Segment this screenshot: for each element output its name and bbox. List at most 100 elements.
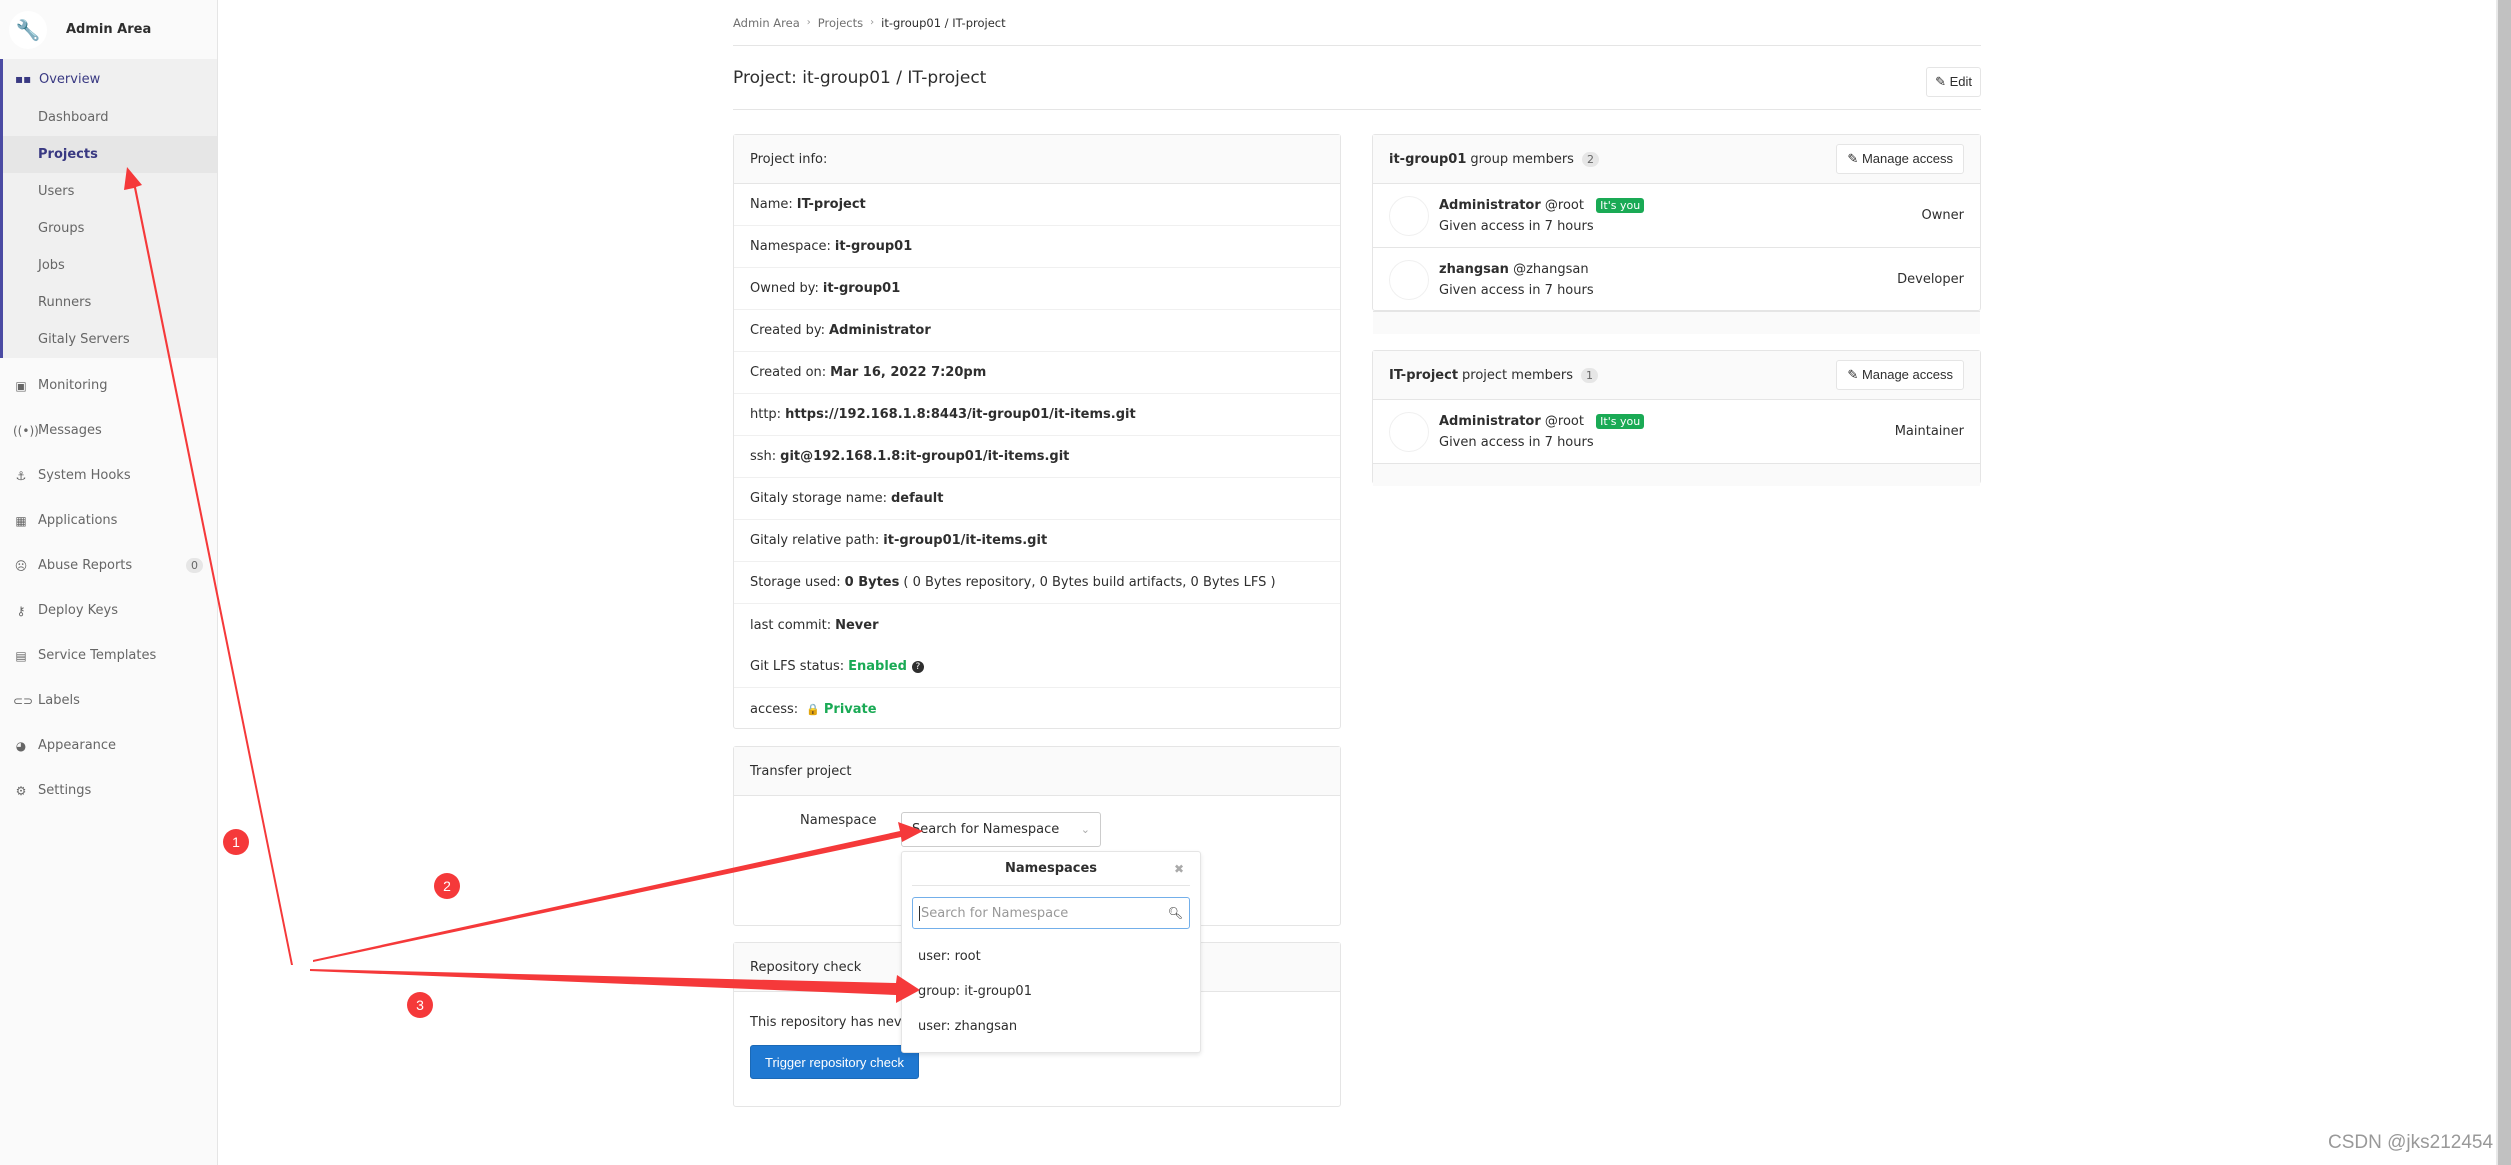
project-info-panel: Project info: Name: IT-project Namespace: i… <box>733 134 1341 729</box>
panel-footer <box>1373 464 1980 486</box>
info-label: Storage used: <box>750 575 841 590</box>
edit-button[interactable]: ✎ Edit <box>1926 66 1981 97</box>
avatar[interactable] <box>1389 411 1429 452</box>
namespace-label: Namespace <box>800 813 877 828</box>
dropdown-title: Namespaces ✖ <box>912 852 1190 886</box>
breadcrumb-current[interactable]: it-group01 / IT-project <box>881 16 1006 30</box>
avatar[interactable] <box>1389 259 1429 300</box>
annotation-marker-3-label: 3 <box>416 997 424 1013</box>
info-label: Created on: <box>750 365 827 380</box>
scrollbar-thumb[interactable] <box>2498 0 2511 1165</box>
sidebar-header[interactable]: 🔧 Admin Area <box>0 0 217 59</box>
info-row: http: https://192.168.1.8:8443/it-group01… <box>734 394 1340 436</box>
key-icon: ⚷ <box>16 603 26 618</box>
group-members-count: 2 <box>1581 151 1599 167</box>
namespace-select[interactable]: Search for Namespace ⌄ <box>901 812 1101 847</box>
annotation-marker-1 <box>223 829 249 855</box>
manage-access-button[interactable]: ✎ Manage access <box>1836 360 1964 390</box>
sidebar-item-deploy-keys[interactable]: ⚷ Deploy Keys <box>0 588 217 633</box>
info-row: Created on: Mar 16, 2022 7:20pm <box>734 352 1340 394</box>
info-value: 0 Bytes <box>844 575 900 590</box>
sidebar-item-runners[interactable]: Runners <box>3 284 217 321</box>
info-value: default <box>890 491 944 506</box>
trigger-repository-check-button[interactable]: Trigger repository check <box>750 1045 919 1079</box>
project-info-rows: Name: IT-project Namespace: it-group01 Owned… <box>734 184 1340 646</box>
member-info: Administrator @root It's you Given acces… <box>1439 195 1645 237</box>
member-username: @zhangsan <box>1513 261 1589 277</box>
breadcrumb-admin-area[interactable]: Admin Area <box>733 16 800 30</box>
sidebar-item-messages[interactable]: ((•)) Messages <box>0 408 217 453</box>
project-members-heading: IT-project project members 1 ✎ Manage ac… <box>1373 351 1980 400</box>
member-row: Administrator @root It's you Given acces… <box>1373 400 1980 464</box>
sidebar-item-settings[interactable]: ⚙ Settings <box>0 768 217 813</box>
project-name[interactable]: IT-project <box>1389 368 1458 383</box>
sidebar-item-groups[interactable]: Groups <box>3 210 217 247</box>
namespace-option[interactable]: group: it-group01 <box>902 974 1200 1009</box>
info-label: access: <box>750 701 799 717</box>
namespace-option[interactable]: user: zhangsan <box>902 1009 1200 1044</box>
overview-grid-icon: ▪▪ <box>15 72 32 86</box>
namespace-search-input[interactable]: Search for Namespace 🔍︎ <box>912 897 1190 929</box>
sidebar-item-gitaly-servers[interactable]: Gitaly Servers <box>3 321 217 358</box>
sidebar-item-label: Monitoring <box>38 378 108 393</box>
group-name[interactable]: it-group01 <box>1389 152 1466 167</box>
breadcrumb-projects[interactable]: Projects <box>818 16 863 30</box>
sidebar-item-label: Overview <box>39 71 101 87</box>
sidebar-item-jobs[interactable]: Jobs <box>3 247 217 284</box>
breadcrumb: Admin Area › Projects › it-group01 / IT-… <box>733 0 1981 46</box>
close-icon[interactable]: ✖ <box>1174 862 1184 876</box>
manage-access-label: Manage access <box>1861 151 1953 166</box>
info-label: Name: <box>750 197 793 212</box>
edit-button-label: Edit <box>1949 73 1972 89</box>
member-name[interactable]: Administrator <box>1439 198 1541 213</box>
info-row: Namespace: it-group01 <box>734 226 1340 268</box>
project-members-count: 1 <box>1580 367 1598 383</box>
namespace-select-placeholder: Search for Namespace <box>912 822 1060 837</box>
sidebar-item-projects[interactable]: Projects <box>3 136 217 173</box>
sidebar-item-label: Appearance <box>38 738 117 753</box>
member-name[interactable]: Administrator <box>1439 414 1541 429</box>
member-name[interactable]: zhangsan <box>1439 262 1509 277</box>
question-circle-icon[interactable]: ? <box>911 660 924 673</box>
sidebar-item-system-hooks[interactable]: ⚓ System Hooks <box>0 453 217 498</box>
sidebar-item-appearance[interactable]: ◕ Appearance <box>0 723 217 768</box>
sidebar-item-monitoring[interactable]: ▣ Monitoring <box>0 363 217 408</box>
annotation-marker-2 <box>434 873 460 899</box>
monitor-icon: ▣ <box>15 378 27 393</box>
sidebar-item-label: Abuse Reports <box>38 558 133 573</box>
sidebar-item-label: Service Templates <box>38 648 157 663</box>
broadcast-icon: ((•)) <box>13 423 39 438</box>
sidebar-item-applications[interactable]: ▦ Applications <box>0 498 217 543</box>
sidebar-item-labels[interactable]: ⊂⊃ Labels <box>0 678 217 723</box>
sidebar-item-service-templates[interactable]: ▤ Service Templates <box>0 633 217 678</box>
gear-icon: ⚙ <box>15 783 27 798</box>
avatar[interactable] <box>1389 195 1429 236</box>
wrench-icon: 🔧 <box>9 10 47 49</box>
chevron-down-icon: ⌄ <box>1080 823 1090 836</box>
sidebar-item-label: Applications <box>38 513 118 528</box>
info-row: ssh: git@192.168.1.8:it-group01/it-items.… <box>734 436 1340 478</box>
group-members-suffix: group members <box>1470 151 1574 167</box>
info-label: http: <box>750 407 782 422</box>
manage-access-button[interactable]: ✎ Manage access <box>1836 144 1964 174</box>
sidebar-item-overview[interactable]: ▪▪ Overview <box>3 59 217 99</box>
info-row: Name: IT-project <box>734 184 1340 226</box>
edit-icon: ✎ <box>1847 151 1859 166</box>
page-title-row: Project: it-group01 / IT-project ✎ Edit <box>733 46 1981 110</box>
manage-access-label: Manage access <box>1861 367 1953 382</box>
annotation-marker-3 <box>407 992 433 1018</box>
sidebar-item-abuse-reports[interactable]: ☹ Abuse Reports 0 <box>0 543 217 588</box>
page-scrollbar[interactable] <box>2496 0 2511 1165</box>
member-row: zhangsan @zhangsan Given access in 7 hou… <box>1373 248 1980 312</box>
namespace-option[interactable]: user: root <box>902 939 1200 974</box>
info-value: Administrator <box>828 323 931 338</box>
group-members-panel: it-group01 group members 2 ✎ Manage acce… <box>1372 134 1981 334</box>
info-value: Never <box>835 617 879 633</box>
panel-footer <box>1373 312 1980 334</box>
sidebar-item-dashboard[interactable]: Dashboard <box>3 99 217 136</box>
member-access-since: Given access in 7 hours <box>1439 282 1594 298</box>
member-info: zhangsan @zhangsan Given access in 7 hou… <box>1439 259 1594 301</box>
sidebar-title: Admin Area <box>66 22 152 37</box>
info-row: Owned by: it-group01 <box>734 268 1340 310</box>
sidebar-item-users[interactable]: Users <box>3 173 217 210</box>
